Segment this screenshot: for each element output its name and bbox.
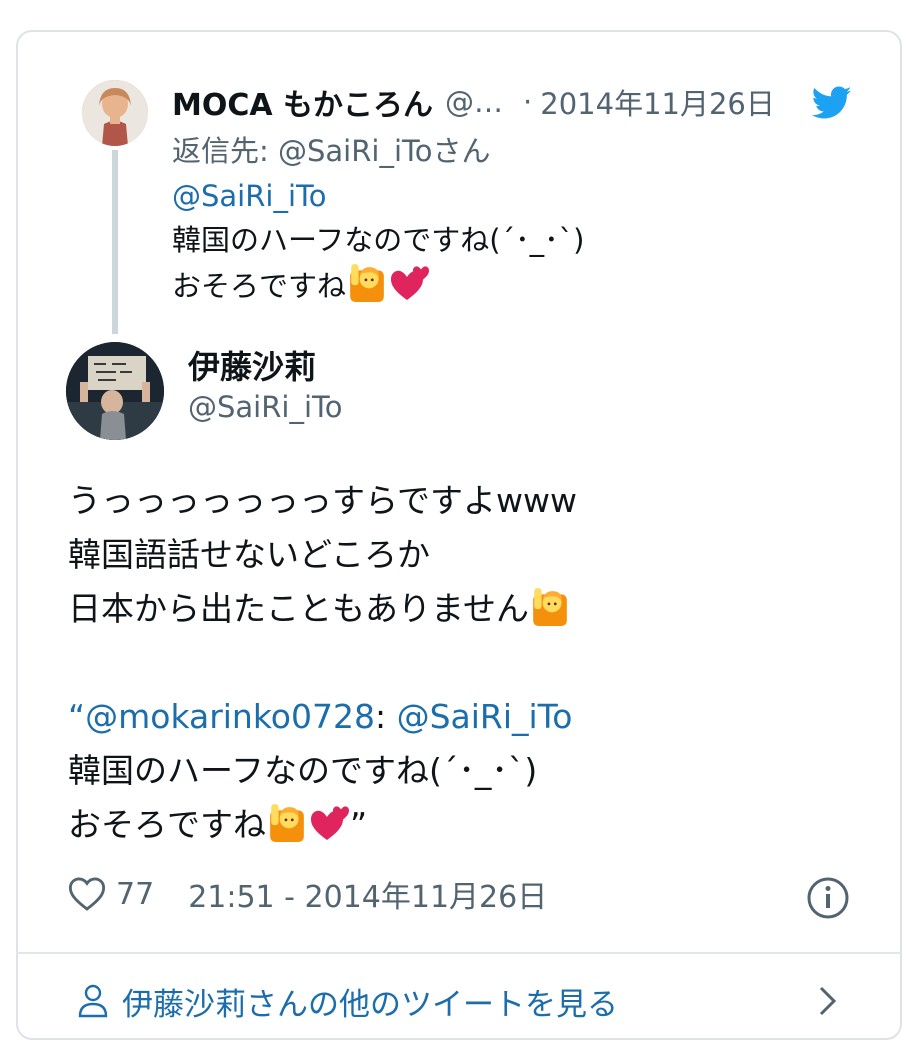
- person-icon: [78, 984, 108, 1018]
- quote-close-mark: ”: [350, 805, 368, 844]
- parent-author-name[interactable]: MOCA もかころん: [172, 80, 433, 124]
- more-tweets-label[interactable]: 伊藤沙莉さんの他のツイートを見る: [122, 979, 618, 1024]
- more-tweets-link[interactable]: 伊藤沙莉さんの他のツイートを見る: [78, 978, 618, 1024]
- chevron-right-icon[interactable]: [816, 984, 840, 1018]
- parent-text-line: おそろですね: [172, 269, 347, 303]
- parent-author-avatar[interactable]: [82, 80, 148, 146]
- quote-mention-link[interactable]: @SaiRi_iTo: [397, 697, 573, 736]
- quote-text-line-emoji: おそろですね ”: [68, 798, 577, 852]
- heart-icon[interactable]: [68, 876, 106, 912]
- tweet-meta-row: 77 21:51 - 2014年11月26日: [68, 868, 547, 920]
- person-raising-hand-emoji: [270, 804, 304, 842]
- two-hearts-emoji: [391, 266, 430, 300]
- parent-tweet-text: @SaiRi_iTo 韓国のハーフなのですね(´･_･`) おそろですね: [172, 174, 584, 308]
- quote-text-line: おそろですね: [68, 805, 266, 844]
- parent-author-handle[interactable]: @…: [445, 85, 503, 119]
- quote-colon: :: [374, 697, 397, 736]
- parent-text-line: 韓国のハーフなのですね(´･_･`): [172, 223, 585, 257]
- tweet-text-line: うっっっっっっっすらですよwww: [68, 481, 577, 520]
- tweet-timestamp[interactable]: 21:51 - 2014年11月26日: [188, 872, 547, 916]
- main-author-handle[interactable]: @SaiRi_iTo: [188, 390, 343, 424]
- like-count[interactable]: 77: [116, 877, 154, 912]
- main-author-name[interactable]: 伊藤沙莉: [188, 342, 316, 388]
- parent-text-line-emoji: おそろですね: [172, 262, 584, 308]
- main-author-avatar[interactable]: [66, 342, 164, 440]
- tweet-text-line-emoji: 日本から出たこともありません: [68, 582, 577, 636]
- info-icon[interactable]: [806, 876, 850, 920]
- two-hearts-emoji: [311, 806, 349, 840]
- quote-mention-line: “@mokarinko0728: @SaiRi_iTo: [68, 690, 577, 744]
- main-tweet-text: うっっっっっっっすらですよwww 韓国語話せないどころか 日本から出たこともあり…: [68, 474, 577, 852]
- header-separator: ·: [523, 85, 533, 119]
- quote-text-line: 韓国のハーフなのですね(´･_･`): [68, 751, 538, 790]
- quote-mention-link[interactable]: @mokarinko0728: [85, 697, 375, 736]
- thread-connector: [112, 150, 118, 334]
- person-raising-hand-emoji: [533, 588, 567, 626]
- reply-suffix: さん: [432, 134, 491, 168]
- person-raising-hand-emoji: [350, 264, 384, 302]
- parent-tweet-date[interactable]: 2014年11月26日: [540, 81, 775, 123]
- parent-tweet-header: MOCA もかころん @… · 2014年11月26日: [172, 80, 775, 124]
- reply-target-handle[interactable]: @SaiRi_iTo: [278, 134, 433, 168]
- tweet-text-line: 韓国語話せないどころか: [68, 535, 431, 574]
- footer-divider: [16, 952, 902, 954]
- quote-open-mark: “: [68, 697, 86, 736]
- parent-mention-link[interactable]: @SaiRi_iTo: [172, 174, 584, 218]
- twitter-bird-icon[interactable]: [812, 86, 852, 120]
- reply-prefix: 返信先:: [172, 134, 278, 168]
- reply-to-line: 返信先: @SaiRi_iToさん: [172, 128, 491, 170]
- tweet-text-line: 日本から出たこともありません: [68, 589, 530, 628]
